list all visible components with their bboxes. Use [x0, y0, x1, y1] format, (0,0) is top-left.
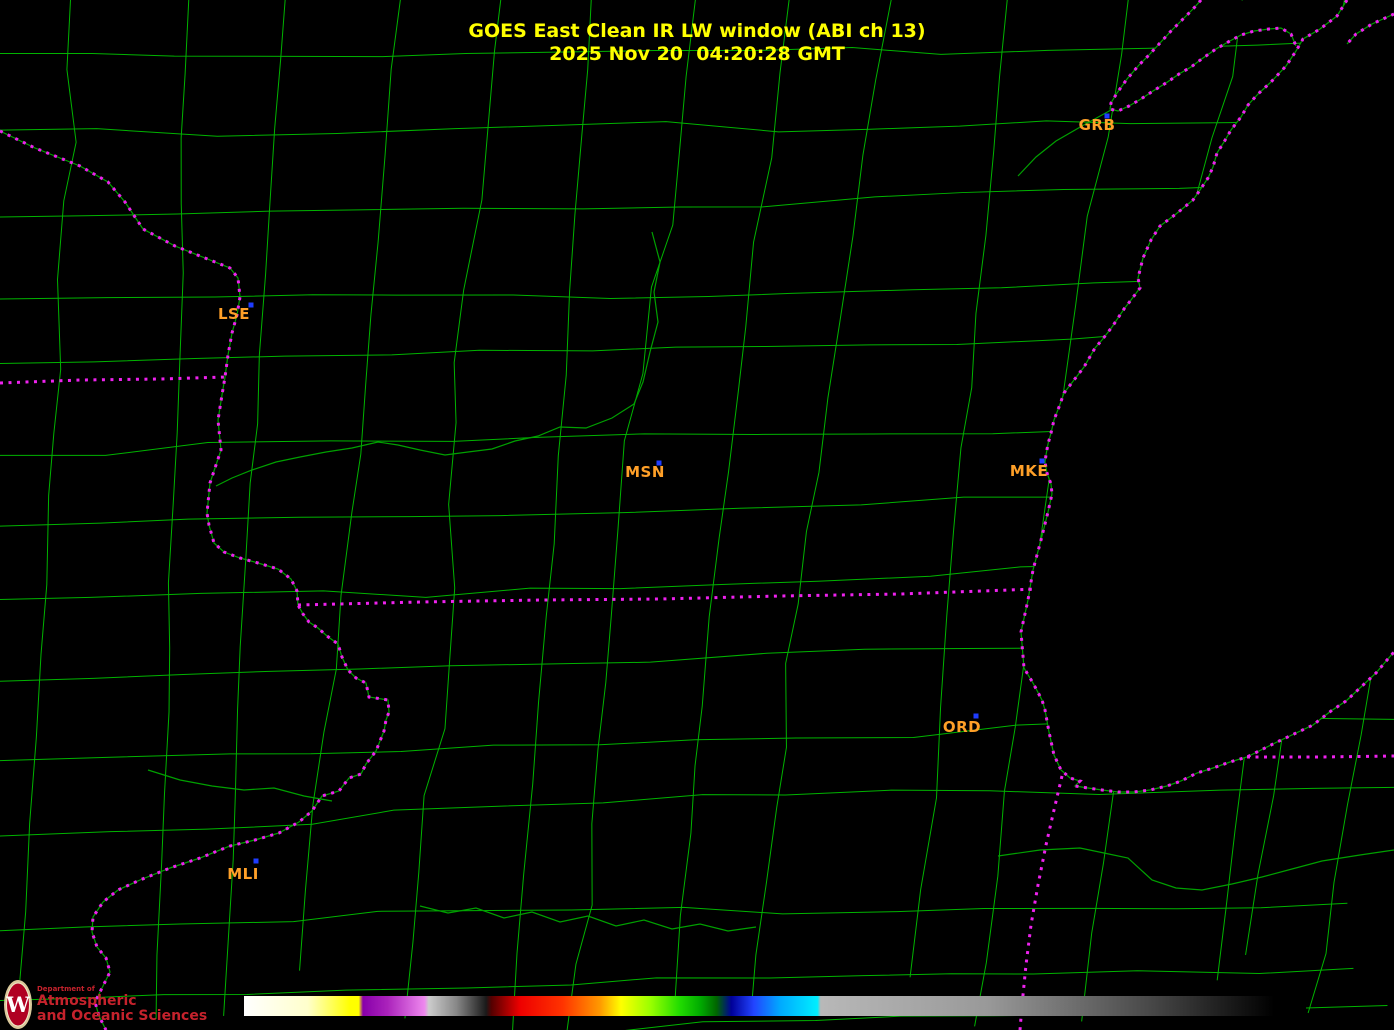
kankakee-river — [997, 847, 1394, 891]
satellite-viewer-screen: GOES East Clean IR LW window (ABI ch 13)… — [0, 0, 1394, 1030]
title-line1: GOES East Clean IR LW window (ABI ch 13) — [468, 20, 926, 42]
logo-dept-text: Department of — [37, 985, 95, 993]
county-line-v — [223, 0, 286, 1016]
station-label-ord: ORD — [942, 718, 982, 736]
wisconsin-river — [215, 231, 661, 487]
station-label-grb: GRB — [1078, 116, 1116, 134]
mn-ia-border-boundary — [0, 375, 227, 385]
satellite-map-image — [0, 0, 1394, 1030]
logo-name-line1: Atmospheric — [37, 993, 137, 1009]
uw-crest-icon: W — [4, 980, 32, 1029]
station-label-lse: LSE — [217, 305, 251, 323]
station-dot-lse — [248, 302, 254, 308]
wapsi-river — [147, 769, 333, 802]
county-line-v — [404, 0, 502, 1019]
county-line-h — [0, 118, 1337, 137]
lake-michigan-fill — [1021, 0, 1394, 792]
aos-logo: W Department of Atmospheric and Oceanic … — [3, 977, 243, 1030]
county-line-v — [674, 0, 790, 1003]
title-line2: 2025 Nov 20 04:20:28 GMT — [549, 43, 845, 65]
station-label-msn: MSN — [625, 463, 665, 481]
station-dot-mli — [253, 858, 259, 864]
county-line-v — [566, 0, 696, 1030]
county-line-h — [0, 786, 1394, 837]
color-scale-bar — [244, 996, 1306, 1016]
station-dot-ord — [973, 713, 979, 719]
svg-text:W: W — [5, 992, 30, 1017]
station-dot-grb — [1104, 113, 1110, 119]
county-line-v — [299, 0, 401, 971]
station-label-mli: MLI — [227, 865, 259, 883]
logo-name-line2: and Oceanic Sciences — [37, 1008, 208, 1024]
station-label-mke: MKE — [1009, 462, 1049, 480]
county-line-v — [155, 0, 190, 1019]
wi-il-border-boundary — [297, 587, 1038, 607]
county-line-v — [909, 0, 1008, 978]
image-title: GOES East Clean IR LW window (ABI ch 13)… — [0, 20, 1394, 66]
mi-in-border-boundary — [1247, 754, 1394, 759]
il-in-border-boundary — [1018, 775, 1064, 1030]
county-line-h — [0, 902, 1348, 932]
station-dot-msn — [656, 460, 662, 466]
station-dot-mke — [1039, 458, 1045, 464]
